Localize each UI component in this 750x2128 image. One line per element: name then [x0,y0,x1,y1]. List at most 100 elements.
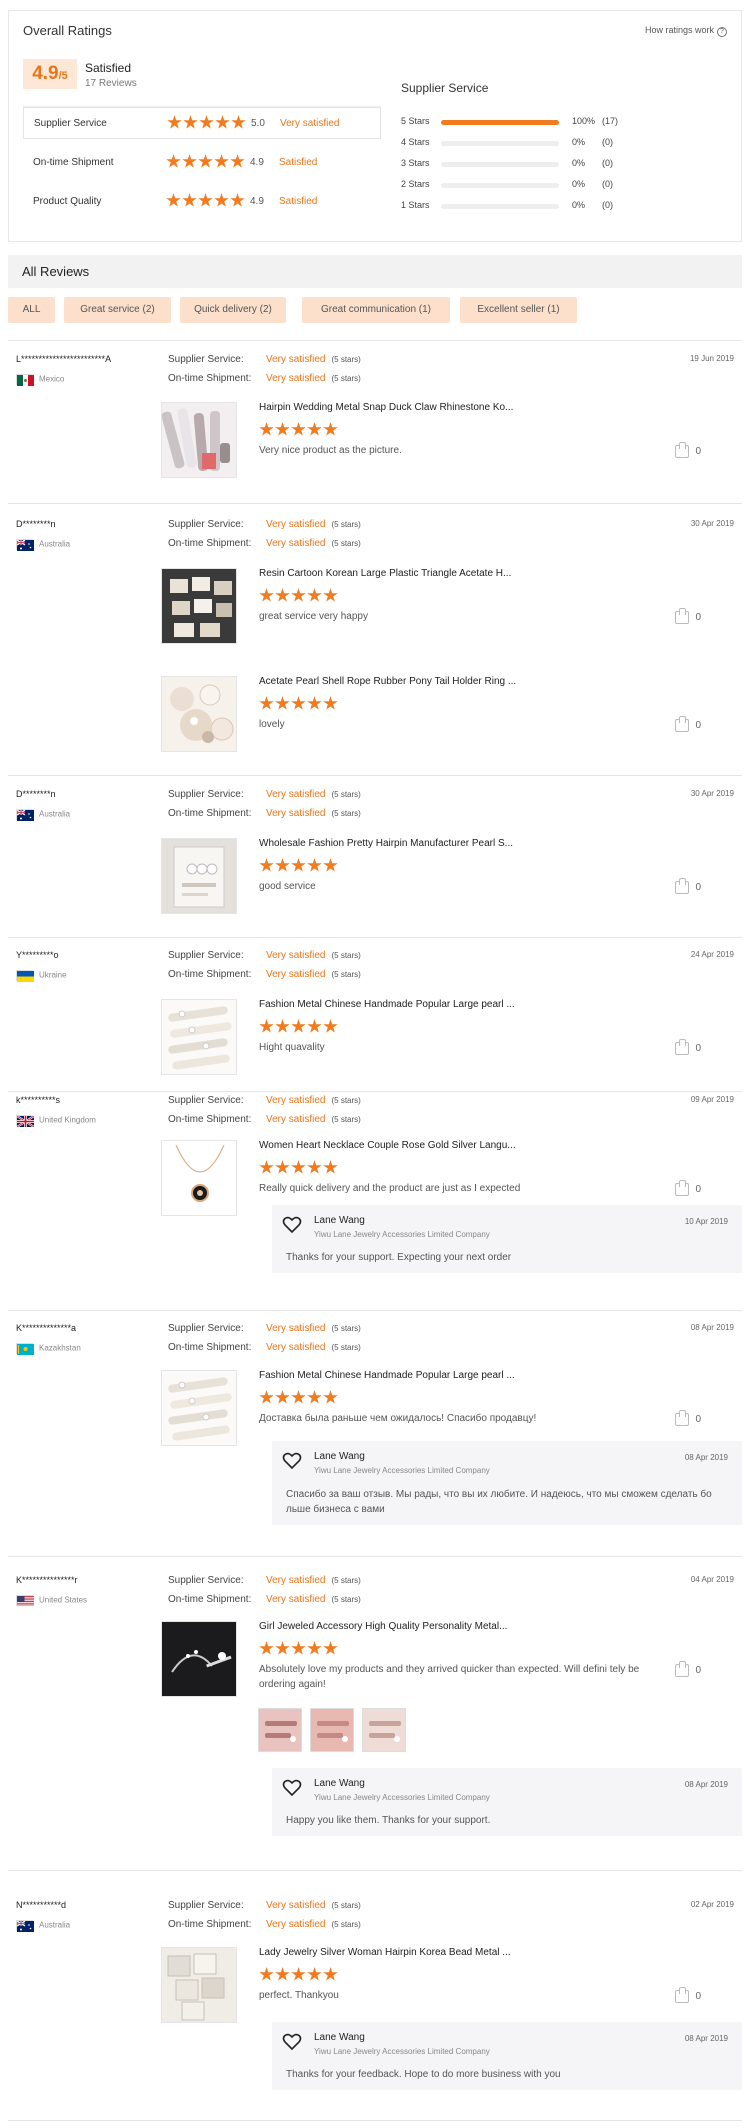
rating-label: Supplier Service: [168,1323,244,1334]
dist-row-4: 4 Stars 0% (0) [401,135,731,151]
how-ratings-work-link[interactable]: How ratings work? [645,25,727,37]
product-name-link[interactable]: Acetate Pearl Shell Rope Rubber Pony Tai… [259,676,516,687]
question-icon[interactable]: ? [717,27,727,37]
product-thumbnail[interactable] [161,838,237,914]
review-comment: great service very happy [259,611,368,622]
metric-desc: Satisfied [279,157,318,168]
dist-bar [441,141,559,146]
metric-row-supplier-service[interactable]: Supplier Service 5.0 Very satisfied [23,107,381,139]
country-name: Kazakhstan [39,1343,81,1353]
reply-date: 08 Apr 2019 [684,2034,728,2043]
product-name-link[interactable]: Girl Jeweled Accessory High Quality Pers… [259,1621,507,1632]
thumbs-up-icon[interactable] [675,716,690,732]
how-ratings-work-label[interactable]: How ratings work [645,25,714,35]
supplier-service-rating: Supplier Service: Very satisfied (5 stars) [168,789,361,800]
reviewed-product: Acetate Pearl Shell Rope Rubber Pony Tai… [161,676,701,756]
thumbs-up-icon[interactable] [675,878,690,894]
dist-bar [441,204,559,209]
product-thumbnail[interactable] [161,1370,237,1446]
review-photo[interactable] [258,1708,302,1752]
like-button[interactable]: 0 [675,1180,701,1196]
metric-value: 4.9 [250,196,264,207]
review-photo[interactable] [362,1708,406,1752]
filter-chip-excellent-seller[interactable]: Excellent seller (1) [460,297,577,323]
review-photo[interactable] [310,1708,354,1752]
country-flag-icon [16,970,34,982]
dist-stars-label: 2 Stars [401,179,430,189]
product-thumbnail[interactable] [161,402,237,478]
rating-value: Very satisfied [266,1114,326,1125]
filter-chip-all[interactable]: ALL [8,297,55,323]
like-button[interactable]: 0 [675,1410,701,1426]
review-count: 17 Reviews [85,78,137,89]
product-name-link[interactable]: Fashion Metal Chinese Handmade Popular L… [259,999,515,1010]
product-name-link[interactable]: Lady Jewelry Silver Woman Hairpin Korea … [259,1947,511,1958]
dist-pct: 0% [572,179,586,189]
like-button[interactable]: 0 [675,1039,701,1055]
like-button[interactable]: 0 [675,878,701,894]
dist-pct: 0% [572,137,586,147]
country-name: Australia [39,809,71,819]
thumbs-up-icon[interactable] [675,1410,690,1426]
product-thumbnail[interactable] [161,1621,237,1697]
reviewer-name: D********n [16,519,56,529]
star-icon [323,1019,338,1033]
product-thumbnail[interactable] [161,999,237,1075]
reply-date: 10 Apr 2019 [684,1217,728,1226]
filter-chip-quick-delivery[interactable]: Quick delivery (2) [180,297,286,323]
like-button[interactable]: 0 [675,1987,701,2003]
country-flag-icon [16,539,34,551]
reviewed-product: Wholesale Fashion Pretty Hairpin Manufac… [161,838,701,918]
like-count: 0 [695,1414,701,1426]
like-button[interactable]: 0 [675,608,701,624]
metric-row-product-quality[interactable]: Product Quality 4.9 Satisfied [23,186,381,218]
product-name-link[interactable]: Women Heart Necklace Couple Rose Gold Si… [259,1140,516,1151]
reviewer-country: Australia [16,1920,70,1932]
filter-chip-great-service[interactable]: Great service (2) [64,297,171,323]
thumbs-up-icon[interactable] [675,1039,690,1055]
star-icon [275,588,290,602]
supplier-service-rating: Supplier Service: Very satisfied (5 stars) [168,950,361,961]
product-name-link[interactable]: Fashion Metal Chinese Handmade Popular L… [259,1370,515,1381]
star-icon [167,115,182,129]
product-thumbnail[interactable] [161,568,237,644]
star-icon [307,422,322,436]
like-button[interactable]: 0 [675,1661,701,1677]
dist-bar [441,183,559,188]
dist-stars-label: 3 Stars [401,158,430,168]
like-button[interactable]: 0 [675,442,701,458]
thumbs-up-icon[interactable] [675,1180,690,1196]
star-icon [323,1641,338,1655]
review-date: 30 Apr 2019 [690,789,734,798]
product-name-link[interactable]: Hairpin Wedding Metal Snap Duck Claw Rhi… [259,402,513,413]
metric-desc: Satisfied [279,196,318,207]
like-button[interactable]: 0 [675,716,701,732]
rating-stars-text: (5 stars) [331,1343,361,1352]
star-icon [323,858,338,872]
star-icon [183,115,198,129]
rating-metrics-table: Supplier Service 5.0 Very satisfied On-t… [23,106,381,232]
thumbs-up-icon[interactable] [675,1661,690,1677]
review-date: 24 Apr 2019 [690,950,734,959]
product-name-link[interactable]: Resin Cartoon Korean Large Plastic Trian… [259,568,511,579]
reviewer-country: Kazakhstan [16,1343,81,1355]
product-thumbnail[interactable] [161,1140,237,1216]
ontime-shipment-rating: On-time Shipment: Very satisfied (5 stars) [168,538,361,549]
product-thumbnail[interactable] [161,1947,237,2023]
product-thumbnail[interactable] [161,676,237,752]
rating-label: On-time Shipment: [168,1114,252,1125]
product-star-rating [259,1019,339,1039]
product-name-link[interactable]: Wholesale Fashion Pretty Hairpin Manufac… [259,838,513,849]
thumbs-up-icon[interactable] [675,442,690,458]
review-comment: Very nice product as the picture. [259,445,402,456]
star-icon [275,858,290,872]
metric-row-ontime-shipment[interactable]: On-time Shipment 4.9 Satisfied [23,147,381,179]
thumbs-up-icon[interactable] [675,608,690,624]
star-icon [291,1641,306,1655]
star-icon [307,1641,322,1655]
thumbs-up-icon[interactable] [675,1987,690,2003]
filter-chip-great-communication[interactable]: Great communication (1) [302,297,450,323]
rating-value: Very satisfied [266,519,326,530]
star-icon [230,193,245,207]
star-icon [291,1019,306,1033]
